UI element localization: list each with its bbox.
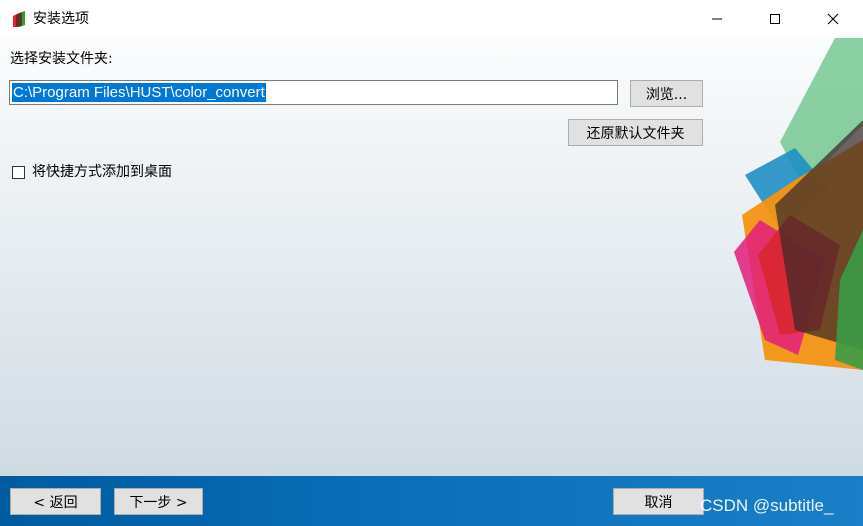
- back-button[interactable]: < 返回: [10, 488, 101, 515]
- install-path-input[interactable]: C:\Program Files\HUST\color_convert: [9, 80, 618, 105]
- decorative-art: [734, 38, 863, 370]
- install-path-value: C:\Program Files\HUST\color_convert: [12, 83, 266, 102]
- installer-window: 安装选项 选择安装文件夹: C:\Program Files\HUST\colo…: [0, 0, 863, 526]
- desktop-shortcut-label: 将快捷方式添加到桌面: [32, 164, 172, 180]
- restore-default-folder-button[interactable]: 还原默认文件夹: [568, 119, 703, 146]
- maximize-icon: [770, 14, 780, 24]
- desktop-shortcut-option[interactable]: 将快捷方式添加到桌面: [12, 162, 172, 182]
- close-icon: [827, 13, 839, 25]
- cancel-button[interactable]: 取消: [613, 488, 704, 515]
- window-title: 安装选项: [33, 11, 89, 27]
- watermark: CSDN @subtitle_: [700, 496, 834, 515]
- minimize-icon: [712, 18, 722, 20]
- next-button[interactable]: 下一步 >: [114, 488, 203, 515]
- desktop-shortcut-checkbox[interactable]: [12, 165, 25, 179]
- app-icon: [13, 11, 25, 27]
- install-folder-label: 选择安装文件夹:: [10, 51, 113, 67]
- browse-button[interactable]: 浏览...: [630, 80, 703, 107]
